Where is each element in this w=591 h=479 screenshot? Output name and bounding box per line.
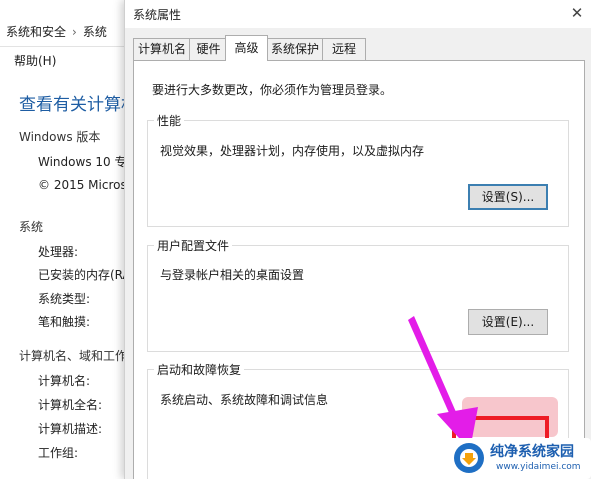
watermark-url: www.yidaimei.com: [496, 462, 581, 472]
shield-download-icon: [454, 443, 484, 473]
pointer-arrow-icon: [408, 316, 478, 450]
tab-advanced[interactable]: 高级: [225, 35, 268, 61]
watermark-name: 纯净系统家园: [490, 444, 574, 460]
watermark: 纯净系统家园 www.yidaimei.com: [446, 438, 591, 479]
